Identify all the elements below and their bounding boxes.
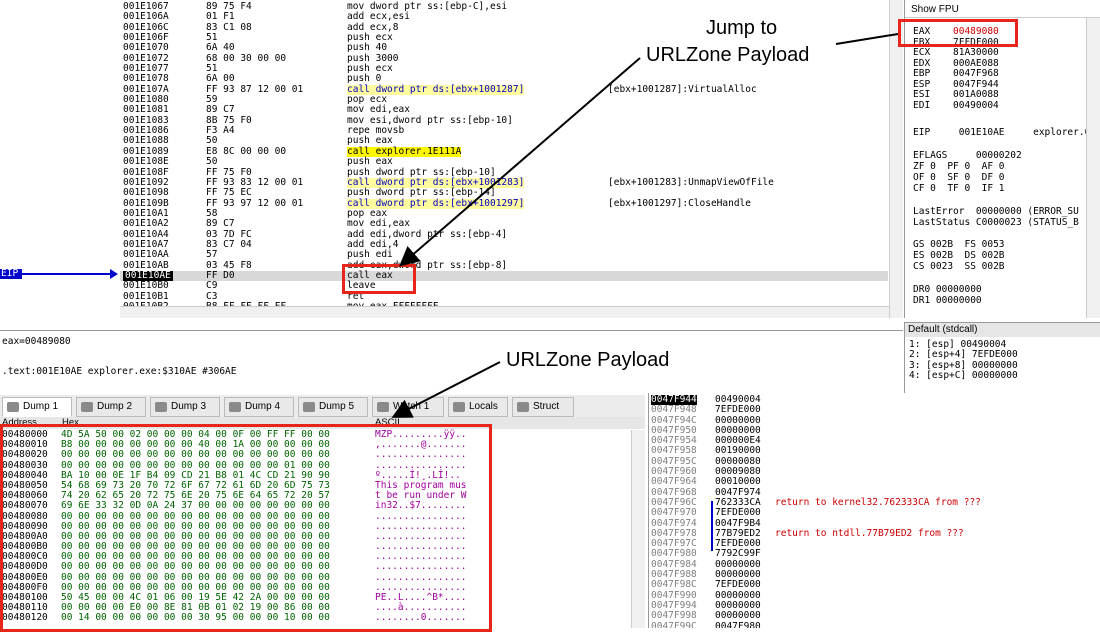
annotation-arrows [391,33,899,418]
payload-arrow [391,361,501,418]
call-eax-arrow [398,57,641,267]
eax-pointer-line [835,33,899,45]
